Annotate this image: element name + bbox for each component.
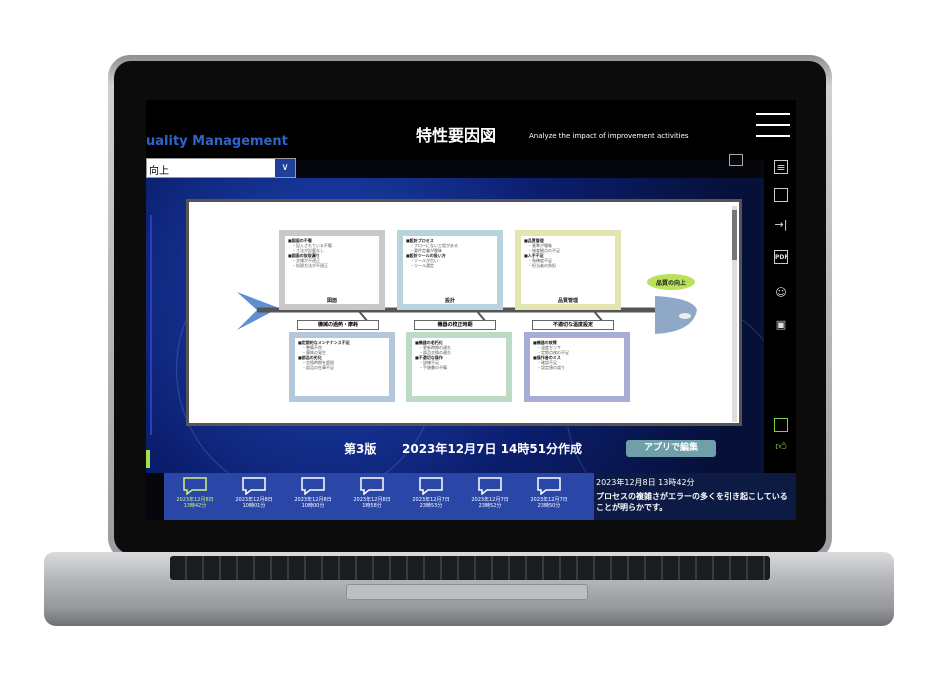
timeline-item[interactable]: 2023年12月8日 10時00分 [288, 477, 338, 509]
comment-timestamp: 2023年12月8日 13時42分 [596, 478, 695, 487]
left-green-tab[interactable] [146, 450, 150, 468]
cause-category-label: 機械の過熱・摩耗 [297, 320, 379, 330]
version-timeline: 2023年12月8日 13時42分 2023年12月8日 10時01分 2023年12月… [164, 473, 594, 520]
fishbone-cause-box[interactable]: ■機器の故障 ・温度センサ ・定期点検の不足 ■操作者のミス ・確認不足 ・設定値の誤り [524, 332, 630, 402]
timeline-item[interactable]: 2023年12月8日 10時01分 [229, 477, 279, 509]
created-timestamp: 2023年12月7日 14時51分作成 [402, 442, 583, 456]
app-screen: uality Management 特性要因図 Analyze the impa… [146, 100, 796, 520]
cause-detail: ・ツール選定 [410, 263, 434, 268]
copy-icon[interactable] [774, 188, 788, 202]
theme-select[interactable]: 向上 ∨ [146, 158, 296, 178]
edit-in-app-button[interactable]: アプリで編集 [626, 440, 716, 457]
timeline-time: 23時50分 [537, 503, 561, 509]
speech-bubble-icon [478, 477, 502, 496]
speech-bubble-icon [419, 477, 443, 496]
cause-category-label: 不適切な温度設定 [532, 320, 614, 330]
speech-bubble-icon [301, 477, 325, 496]
timeline-item[interactable]: 2023年12月8日 1時58分 [347, 477, 397, 509]
laptop-keyboard [170, 556, 770, 580]
fishbone-cause-box[interactable]: ■品質管理 ・基準が曖昧 ・検査観点の不足 ■人手不足 ・熟練度不足 ・担当者の負担 品質管… [515, 230, 621, 310]
cause-detail: ・手順書の不備 [419, 365, 447, 370]
fish-head [655, 296, 697, 334]
comment-text: プロセスの複雑さがエラーの多くを引き起こしていることが明らかです。 [596, 492, 788, 512]
left-accent-strip [150, 215, 152, 435]
theme-select-value: 向上 [149, 166, 169, 177]
timeline-time: 13時42分 [183, 503, 207, 509]
cause-category-label: 機器の校正時期 [414, 320, 496, 330]
fishbone-diagram-panel: 品質の向上 ■図面の不備 ・記入されている不備 ・寸法が記載なし ■図面の抜取漏り ・文… [186, 199, 742, 426]
cause-detail: ・部品の在庫不足 [302, 365, 334, 370]
external-link-icon[interactable] [729, 154, 743, 166]
pdf-icon[interactable]: PDF [774, 250, 788, 264]
timeline-time: 1時58分 [362, 503, 382, 509]
speech-bubble-icon [242, 477, 266, 496]
comment-panel: 2023年12月8日 13時42分 プロセスの複雑さがエラーの多くを引き起こして… [594, 473, 796, 520]
fishbone-cause-box[interactable]: ■定期的なメンテナンス不足 ・整備不良 ・摩耗の発生 ■部品の劣化 ・交換時期を超過 ・部… [289, 332, 395, 402]
timeline-time: 10時01分 [242, 503, 266, 509]
head-label: 品質の向上 [656, 279, 686, 287]
timeline-time: 23時53分 [419, 503, 443, 509]
speech-bubble-icon [360, 477, 384, 496]
fishbone-cause-box[interactable]: ■設計プロセス ・フローにない工程がある ・要件定義が曖昧 ■設計ツールの扱い方 ・ツー… [397, 230, 503, 310]
timeline-item[interactable]: 2023年12月7日 23時53分 [406, 477, 456, 509]
menu-icon[interactable] [756, 113, 790, 137]
arrow-right-bar-icon[interactable]: →| [774, 218, 788, 232]
timeline-time: 23時52分 [478, 503, 502, 509]
brand-title: uality Management [146, 134, 288, 149]
page-subtitle: Analyze the impact of improvement activi… [529, 132, 689, 140]
timeline-time: 10時00分 [301, 503, 325, 509]
laptop-trackpad [346, 584, 588, 600]
document-icon[interactable]: ≡ [774, 160, 788, 174]
user-icon[interactable]: ☺ [774, 286, 788, 300]
cause-detail: ・設定値の誤り [537, 365, 565, 370]
cause-category-label: 設計 [444, 298, 455, 304]
page-title: 特性要因図 [416, 126, 497, 145]
speech-bubble-icon [183, 477, 207, 496]
cause-detail: ・担当者の負担 [528, 263, 556, 268]
cause-category-label: 図面 [326, 298, 337, 304]
cause-detail: ・処理方法が不適正 [292, 263, 328, 268]
lock-icon[interactable]: ▣ [774, 318, 788, 332]
cause-category-label: 品質管理 [557, 298, 578, 304]
fishbone-cause-box[interactable]: ■機器の老朽化 ・更新時期の遅れ ・部品交換の遅れ ■不適切な操作 ・訓練不足 ・手順書の… [406, 332, 512, 402]
laptop-base-lip [44, 606, 894, 626]
thumbs-up-icon[interactable]: 👍︎ [774, 440, 788, 454]
chevron-down-icon[interactable]: ∨ [275, 159, 295, 177]
comment-icon[interactable] [774, 418, 788, 432]
timeline-item[interactable]: 2023年12月8日 13時42分 [170, 477, 220, 509]
timeline-item[interactable]: 2023年12月7日 23時50分 [524, 477, 574, 509]
right-toolbar: ≡ →| PDF ☺ ▣ 👍︎ [764, 160, 796, 520]
fishbone-cause-box[interactable]: ■図面の不備 ・記入されている不備 ・寸法が記載なし ■図面の抜取漏り ・文様が不適正・… [279, 230, 385, 310]
timeline-item[interactable]: 2023年12月7日 23時52分 [465, 477, 515, 509]
app-header: uality Management 特性要因図 Analyze the impa… [146, 100, 796, 160]
speech-bubble-icon [537, 477, 561, 496]
edition-number: 第3版 [344, 442, 377, 456]
